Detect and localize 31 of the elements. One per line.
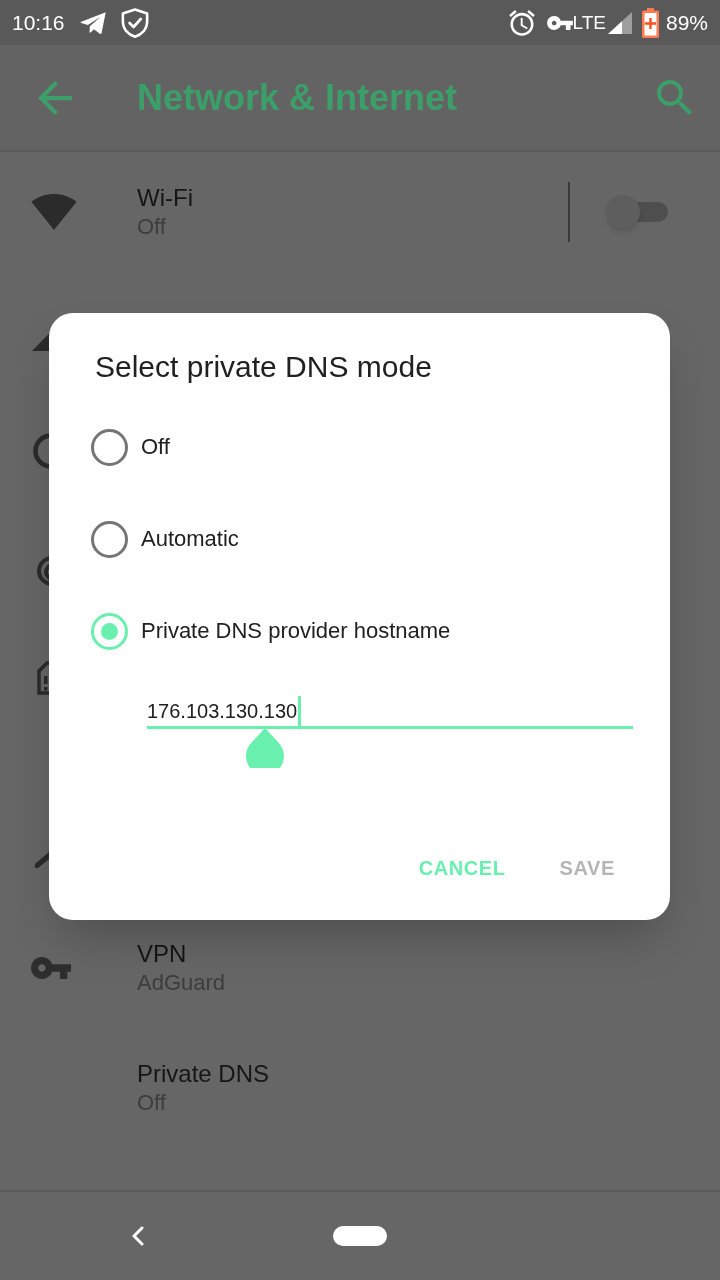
setting-title[interactable]: Wi-Fi <box>137 183 193 213</box>
radio-label[interactable]: Private DNS provider hostname <box>141 620 451 642</box>
shield-check-icon <box>119 7 150 38</box>
dialog-title: Select private DNS mode <box>95 350 432 383</box>
radio-button[interactable] <box>91 520 128 558</box>
key-icon <box>31 957 71 979</box>
network-type: LTE <box>572 13 606 32</box>
key-icon <box>546 15 573 30</box>
screen-title: Network & Internet <box>137 79 458 116</box>
chevron-left-icon <box>131 1226 145 1246</box>
radio-label[interactable]: Off <box>141 436 170 458</box>
alarm-clock-icon <box>508 9 535 36</box>
wifi-toggle[interactable] <box>606 194 668 230</box>
text-selection-handle[interactable] <box>246 728 284 768</box>
radio-label[interactable]: Automatic <box>141 528 239 550</box>
wifi-icon <box>31 194 77 230</box>
sim-card-icon <box>37 661 49 695</box>
signal-strength-icon <box>607 11 632 34</box>
setting-title[interactable]: Private DNS <box>137 1059 270 1089</box>
back-arrow-icon <box>38 80 72 115</box>
signal-icon <box>31 333 49 351</box>
radio-button[interactable] <box>91 428 128 466</box>
clock-time: 10:16 <box>12 12 65 33</box>
battery-percentage: 89% <box>665 12 708 33</box>
battery-icon <box>641 7 659 38</box>
setting-title[interactable]: VPN <box>137 939 226 969</box>
search-icon <box>657 79 693 116</box>
paper-plane-icon <box>79 11 107 34</box>
home-button[interactable] <box>333 1226 387 1246</box>
text-cursor <box>298 695 302 726</box>
hostname-field[interactable]: 176.103.130.130 <box>147 695 633 729</box>
